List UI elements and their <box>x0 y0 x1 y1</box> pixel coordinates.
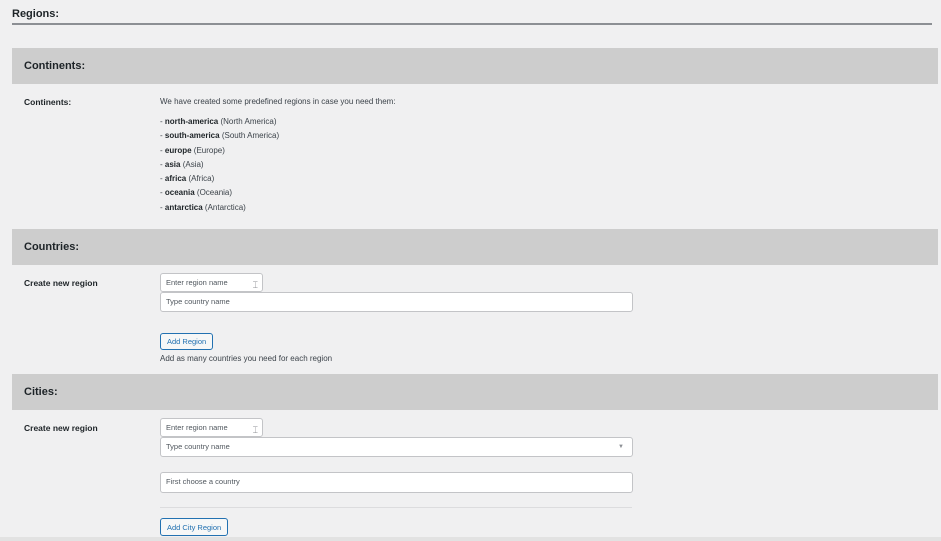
country-placeholder: Type country name <box>166 297 230 306</box>
continent-slug: south-america <box>164 131 220 141</box>
continent-slug: africa <box>164 174 187 184</box>
list-item: - antarctica (Antarctica) <box>160 202 246 212</box>
list-item: - oceania (Oceania) <box>160 188 233 198</box>
bottom-edge <box>0 537 941 541</box>
countries-region-name-input[interactable]: Enter region name ⌶ <box>160 273 263 292</box>
cities-city-input[interactable]: First choose a country <box>160 472 633 493</box>
continent-slug: oceania <box>164 188 195 198</box>
page-title: Regions: <box>12 8 60 20</box>
countries-section-header: Countries: <box>12 229 938 265</box>
cities-country-select[interactable]: Type country name ▼ <box>160 437 633 457</box>
continent-name: (Europe) <box>193 145 225 155</box>
continent-slug: europe <box>164 145 192 155</box>
continent-slug: asia <box>164 159 181 169</box>
cities-region-name-input[interactable]: Enter region name ⌶ <box>160 418 263 437</box>
continent-name: (Africa) <box>188 174 215 184</box>
cities-section-header: Cities: <box>12 374 938 410</box>
add-region-button[interactable]: Add Region <box>160 333 214 350</box>
cities-create-label: Create new region <box>24 423 98 433</box>
continent-slug: antarctica <box>164 202 203 212</box>
countries-country-input[interactable]: Type country name <box>160 292 633 312</box>
chevron-down-icon: ▼ <box>618 444 624 450</box>
continent-list: - north-america (North America) - south-… <box>160 115 279 215</box>
add-city-region-button[interactable]: Add City Region <box>160 518 229 536</box>
city-placeholder: First choose a country <box>166 477 240 486</box>
countries-help-text: Add as many countries you need for each … <box>160 354 333 363</box>
list-item: - asia (Asia) <box>160 159 204 169</box>
continent-name: (Oceania) <box>196 188 233 198</box>
list-item: - north-america (North America) <box>160 117 277 126</box>
region-name-placeholder: Enter region name <box>166 278 228 287</box>
title-divider <box>12 23 932 25</box>
continents-intro: We have created some predefined regions … <box>160 97 396 106</box>
list-item: - africa (Africa) <box>160 174 215 184</box>
continents-section-header: Continents: <box>12 48 938 84</box>
countries-header-title: Countries: <box>24 241 79 253</box>
region-name-placeholder: Enter region name <box>166 423 228 432</box>
country-placeholder: Type country name <box>166 442 230 451</box>
continent-name: (South America) <box>221 131 280 141</box>
form-divider <box>160 507 632 508</box>
cities-header-title: Cities: <box>24 386 58 398</box>
continents-label: Continents: <box>24 97 72 107</box>
list-item: - europe (Europe) <box>160 145 225 155</box>
continent-name: (North America) <box>220 117 277 126</box>
continent-slug: north-america <box>164 117 219 126</box>
continent-name: (Antarctica) <box>204 202 246 212</box>
countries-create-label: Create new region <box>24 278 98 288</box>
continent-name: (Asia) <box>182 159 204 169</box>
continents-header-title: Continents: <box>24 60 86 72</box>
list-item: - south-america (South America) <box>160 131 280 141</box>
